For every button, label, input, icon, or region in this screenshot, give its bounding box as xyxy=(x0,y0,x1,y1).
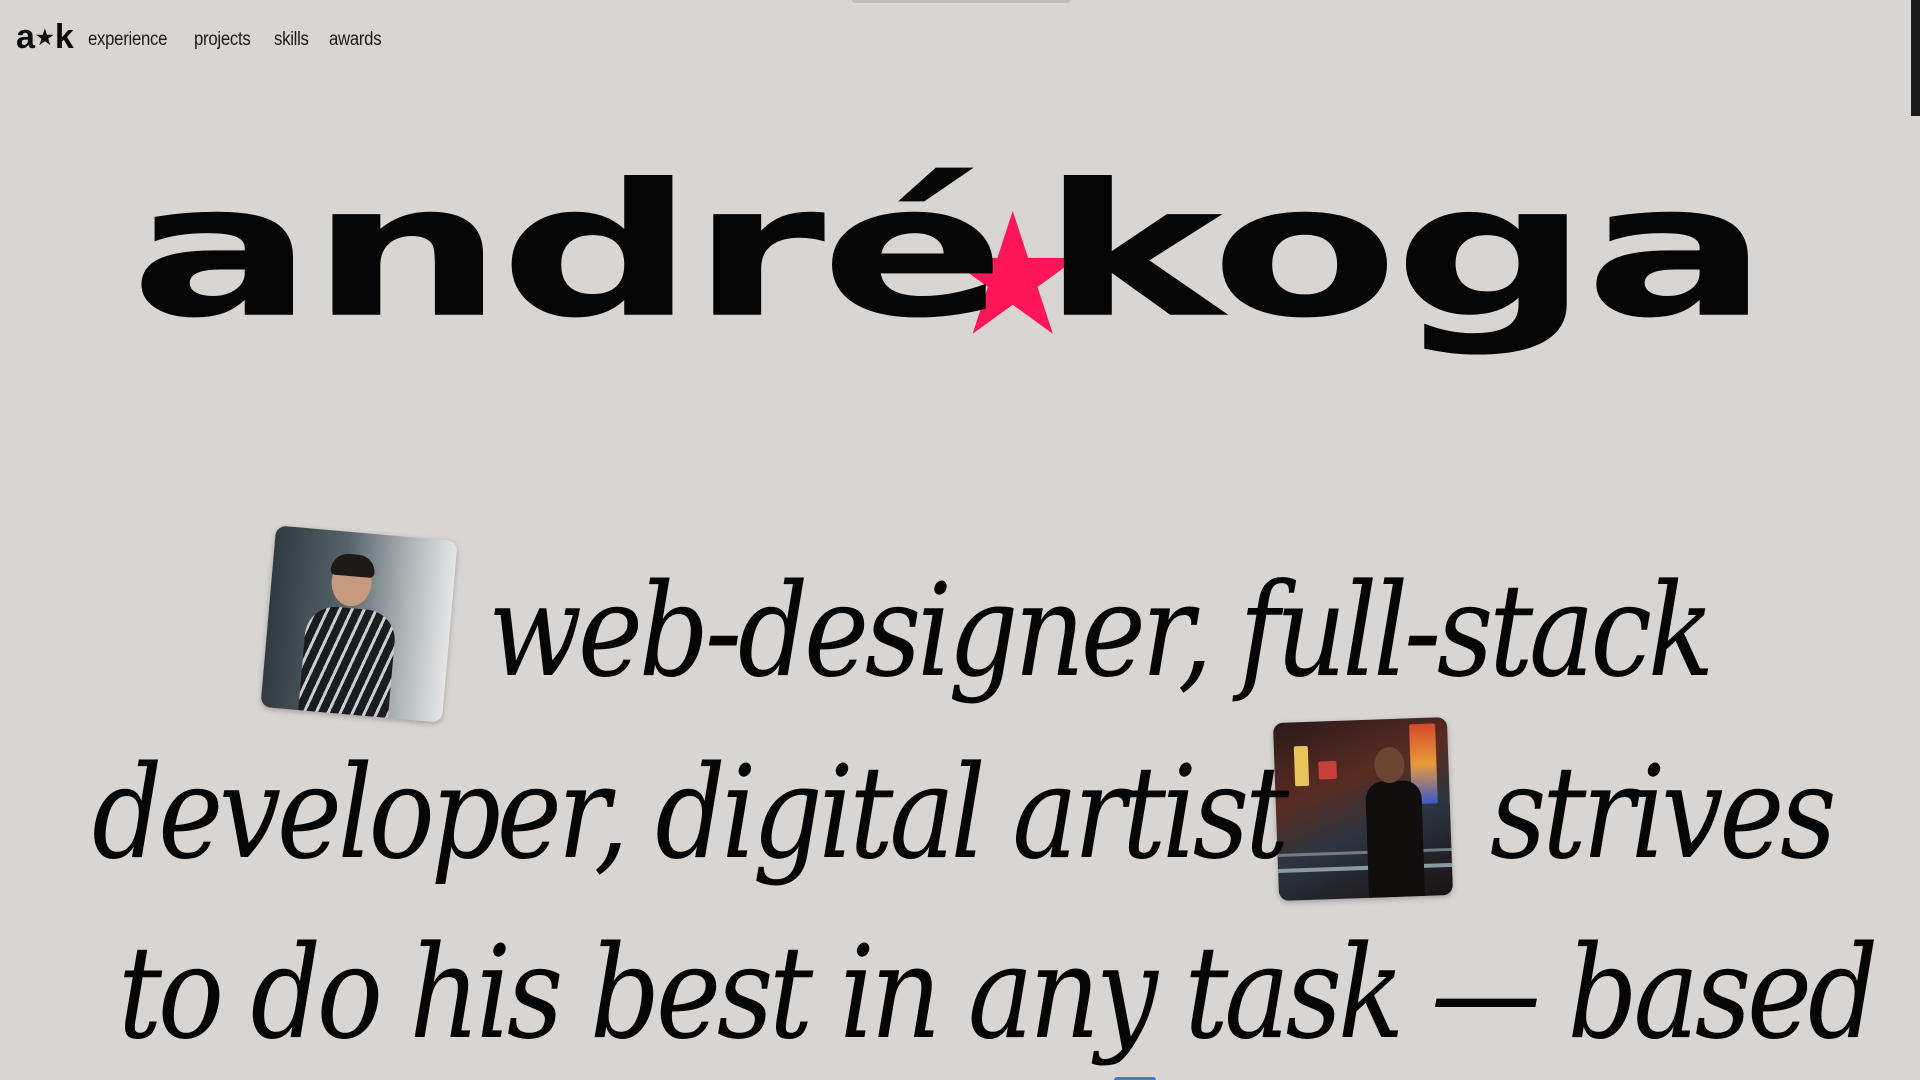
portrait-photo xyxy=(260,525,458,723)
intro-text-3: to do his best in any task — based xyxy=(118,919,1878,1068)
intro-text-2a: developer, digital artist xyxy=(92,739,1289,888)
intro-line-1: web-designer, full-stack xyxy=(488,568,1920,696)
hero-first-name: andré xyxy=(129,144,1006,359)
intro-text-1: web-designer, full-stack xyxy=(488,557,1714,706)
nav-link-skills[interactable]: skills xyxy=(274,29,309,51)
logo-link[interactable]: a ★ k xyxy=(16,18,74,59)
top-handle xyxy=(852,0,1070,3)
nav-link-projects[interactable]: projects xyxy=(194,29,251,51)
nav-link-experience[interactable]: experience xyxy=(88,29,167,51)
intro-line-2b: strives xyxy=(1490,750,1920,878)
intro-line-3: to do his best in any task — based xyxy=(118,930,1920,1058)
intro-text-2b: strives xyxy=(1490,739,1837,888)
top-nav: a ★ k experience projects skills awards xyxy=(16,20,405,59)
page: a ★ k experience projects skills awards … xyxy=(0,0,1920,1080)
logo-letter-k: k xyxy=(54,18,74,56)
logo-star-icon: ★ xyxy=(35,27,54,49)
scrollbar-thumb[interactable] xyxy=(1911,0,1920,116)
logo-letter-a: a xyxy=(16,18,35,56)
nav-link-awards[interactable]: awards xyxy=(329,29,382,51)
hero-last-name: koga xyxy=(1040,144,1770,359)
hero-name: andré ★ koga xyxy=(112,160,1798,420)
